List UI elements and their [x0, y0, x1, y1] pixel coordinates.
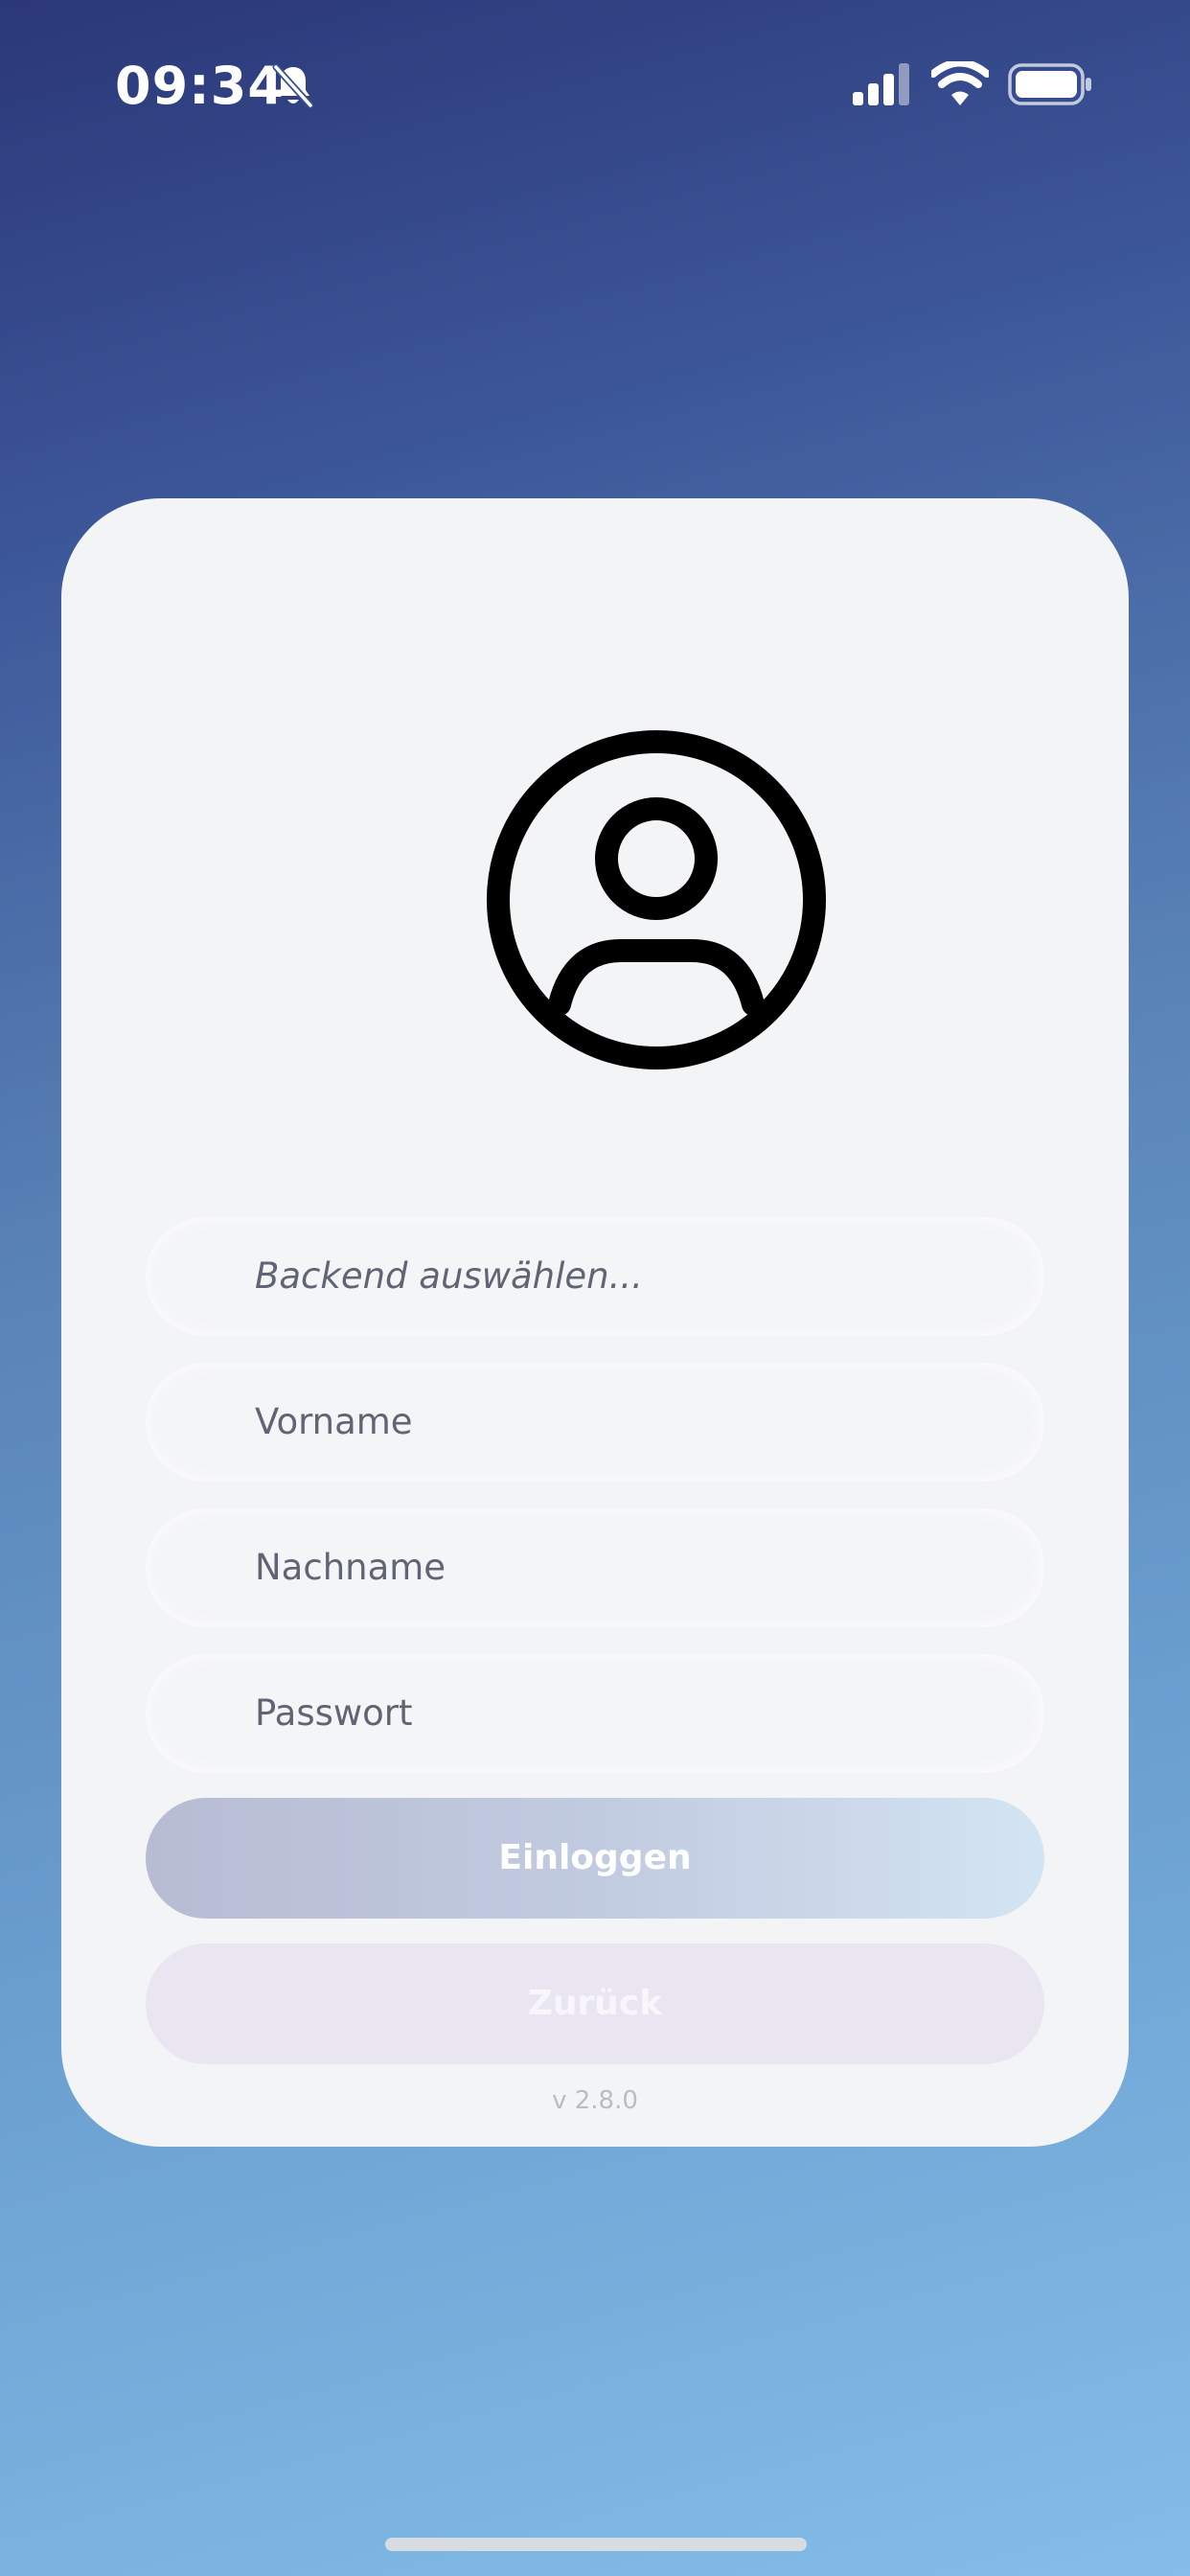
- battery-icon: [1008, 63, 1091, 105]
- password-placeholder: Passwort: [255, 1692, 413, 1734]
- version-label: v 2.8.0: [552, 2086, 638, 2115]
- signal-icon: [853, 63, 909, 105]
- lastname-placeholder: Nachname: [255, 1547, 446, 1588]
- firstname-input[interactable]: Vorname: [146, 1363, 1044, 1482]
- lastname-input[interactable]: Nachname: [146, 1508, 1044, 1627]
- back-button[interactable]: Zurück: [146, 1944, 1044, 2064]
- firstname-placeholder: Vorname: [255, 1401, 413, 1442]
- bell-slash-icon: [272, 63, 314, 109]
- login-card: Backend auswählen... Vorname Nachname Pa…: [61, 498, 1129, 2147]
- status-bar: 09:34: [0, 0, 1190, 172]
- backend-select-placeholder: Backend auswählen...: [255, 1255, 643, 1297]
- backend-select[interactable]: Backend auswählen...: [146, 1217, 1044, 1336]
- user-circle-icon: [487, 730, 826, 1070]
- status-time: 09:34: [115, 56, 285, 116]
- home-indicator[interactable]: [385, 2538, 807, 2551]
- password-input[interactable]: Passwort: [146, 1654, 1044, 1773]
- wifi-icon: [931, 61, 989, 105]
- login-button[interactable]: Einloggen: [146, 1798, 1044, 1919]
